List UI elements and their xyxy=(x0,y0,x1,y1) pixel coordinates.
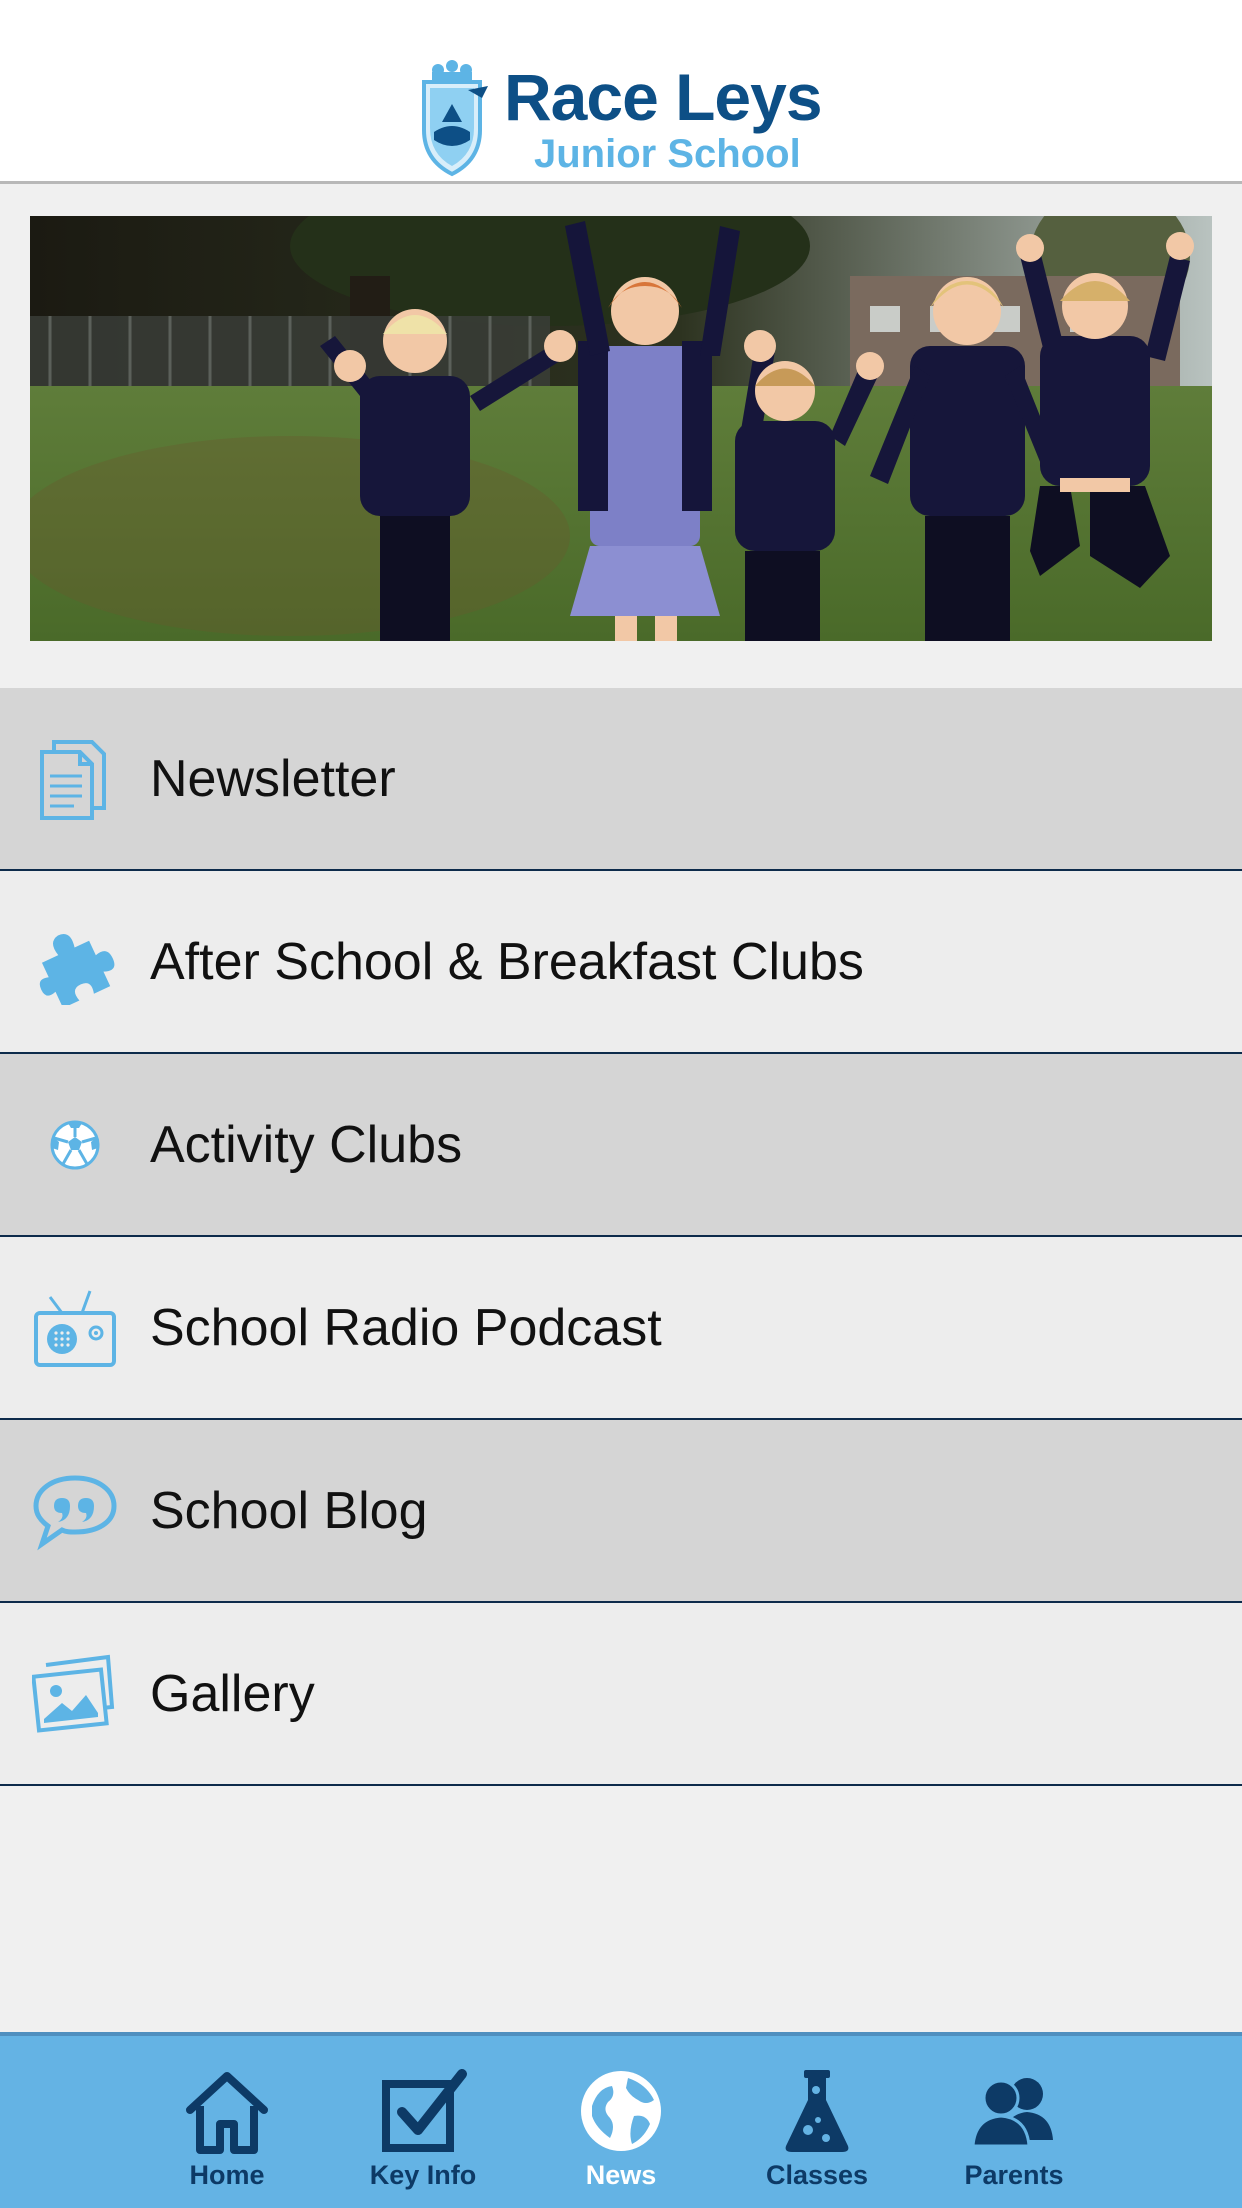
menu-item-label: School Radio Podcast xyxy=(150,1298,662,1357)
tab-classes[interactable]: Classes xyxy=(727,2066,907,2206)
globe-icon xyxy=(581,2071,661,2151)
app-header: Race Leys Junior School xyxy=(0,0,1242,184)
menu-item-school-blog[interactable]: School Blog xyxy=(0,1420,1242,1603)
menu-item-newsletter[interactable]: Newsletter xyxy=(0,688,1242,871)
menu-item-after-school-clubs[interactable]: After School & Breakfast Clubs xyxy=(0,871,1242,1054)
menu-item-activity-clubs[interactable]: Activity Clubs xyxy=(0,1054,1242,1237)
school-logo[interactable]: Race Leys Junior School xyxy=(414,60,834,180)
menu-item-label: Newsletter xyxy=(150,749,396,808)
tab-label: Parents xyxy=(964,2160,1064,2190)
tab-home[interactable]: Home xyxy=(137,2066,317,2206)
menu-item-label: Activity Clubs xyxy=(150,1115,463,1174)
tab-label: Home xyxy=(189,2160,265,2190)
tab-label: News xyxy=(585,2160,657,2190)
tab-key-info[interactable]: Key Info xyxy=(333,2066,513,2206)
newsletter-icon xyxy=(40,739,106,820)
tab-news[interactable]: News xyxy=(531,2066,711,2206)
tab-label: Classes xyxy=(765,2160,869,2190)
people-icon xyxy=(971,2078,1053,2148)
menu-item-label: After School & Breakfast Clubs xyxy=(150,932,864,991)
gallery-icon xyxy=(32,1654,115,1733)
menu-item-label: Gallery xyxy=(150,1664,315,1723)
menu-item-gallery[interactable]: Gallery xyxy=(0,1603,1242,1786)
hero-photo xyxy=(30,216,1212,641)
football-icon xyxy=(50,1120,100,1169)
menu-item-school-radio-podcast[interactable]: School Radio Podcast xyxy=(0,1237,1242,1420)
school-crest-icon xyxy=(422,60,488,177)
speech-bubble-icon xyxy=(33,1474,117,1550)
home-icon xyxy=(186,2072,268,2154)
radio-icon xyxy=(34,1289,116,1367)
tab-parents[interactable]: Parents xyxy=(924,2066,1104,2206)
logo-title: Race Leys xyxy=(504,60,823,134)
checkbox-icon xyxy=(382,2069,467,2152)
bottom-tab-bar: Home Key Info News Classes Parents xyxy=(0,2032,1242,2208)
puzzle-icon xyxy=(39,933,115,1005)
menu-item-label: School Blog xyxy=(150,1481,428,1540)
hero-image xyxy=(30,216,1212,641)
logo-subtitle: Junior School xyxy=(534,132,801,176)
news-menu: Newsletter After School & Breakfast Club… xyxy=(0,688,1242,1786)
flask-icon xyxy=(785,2070,849,2152)
tab-label: Key Info xyxy=(369,2160,477,2190)
